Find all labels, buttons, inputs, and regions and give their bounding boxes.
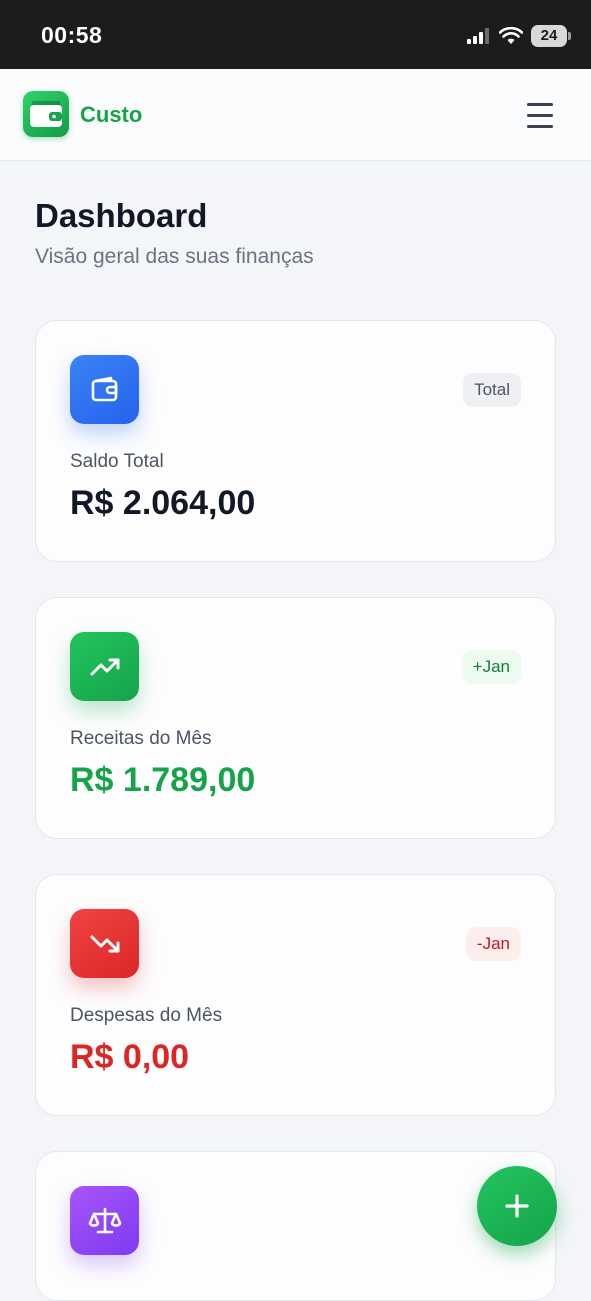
balance-scale-card[interactable]: [35, 1151, 556, 1301]
balance-value: R$ 2.064,00: [70, 484, 256, 522]
balance-badge: Total: [463, 373, 521, 407]
balance-label: Saldo Total: [70, 451, 164, 472]
page-subtitle: Visão geral das suas finanças: [35, 245, 314, 268]
balance-card[interactable]: Total Saldo Total R$ 2.064,00: [35, 320, 556, 562]
app-header: Custo: [0, 69, 591, 161]
page-title: Dashboard: [35, 197, 208, 234]
wallet-logo-icon[interactable]: [23, 91, 69, 137]
scale-icon: [70, 1186, 139, 1255]
expense-value: R$ 0,00: [70, 1038, 190, 1076]
trending-down-icon: [70, 909, 139, 978]
wifi-icon: [499, 27, 523, 44]
wallet-icon: [70, 355, 139, 424]
income-card[interactable]: +Jan Receitas do Mês R$ 1.789,00: [35, 597, 556, 839]
plus-icon: [505, 1194, 529, 1218]
trending-up-icon: [70, 632, 139, 701]
battery-icon: 24: [531, 25, 571, 47]
status-icons: 24: [467, 23, 571, 49]
status-time: 00:58: [41, 22, 103, 48]
expense-badge: -Jan: [465, 927, 521, 961]
expense-card[interactable]: -Jan Despesas do Mês R$ 0,00: [35, 874, 556, 1116]
status-bar: 00:58 24: [0, 0, 591, 69]
add-transaction-button[interactable]: [477, 1166, 557, 1246]
income-value: R$ 1.789,00: [70, 761, 256, 799]
expense-label: Despesas do Mês: [70, 1005, 223, 1026]
income-label: Receitas do Mês: [70, 728, 212, 749]
brand-name[interactable]: Custo: [80, 102, 142, 128]
income-badge: +Jan: [461, 650, 521, 684]
cellular-signal-icon: [467, 28, 489, 44]
hamburger-menu-icon[interactable]: [522, 103, 558, 129]
